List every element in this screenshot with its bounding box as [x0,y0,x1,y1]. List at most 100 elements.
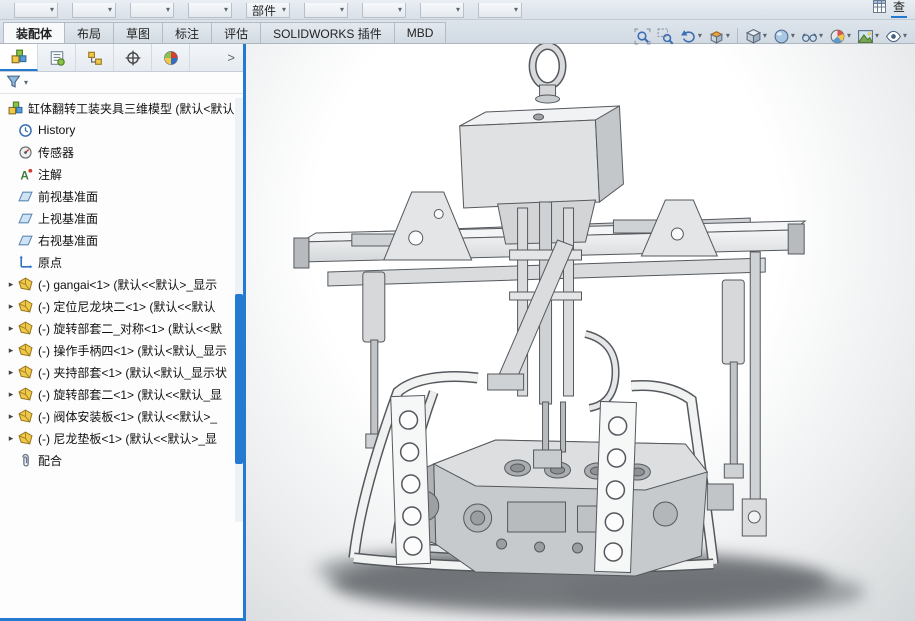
tree-item-13[interactable]: ▸ (-) 旋转部套二<1> (默认<<默认_显 [4,383,243,405]
origin-icon [18,255,35,270]
plane-icon [18,189,35,204]
cylinder-block-fixture-model[interactable] [246,44,915,621]
tree-item-3[interactable]: A注解 [4,163,243,185]
zoom-fit-icon[interactable] [632,27,653,46]
tree-item-12[interactable]: ▸ (-) 夹持部套<1> (默认<默认_显示状 [4,361,243,383]
tree-item-label: 前视基准面 [35,188,98,205]
scrollbar-thumb[interactable] [235,294,243,464]
chevron-down-icon: ▾ [398,6,402,14]
expander-icon[interactable]: ▸ [4,279,18,290]
tab-layout[interactable]: 布局 [64,22,114,43]
expander-icon[interactable]: ▸ [4,411,18,422]
chevron-down-icon: ▾ [224,6,228,14]
tree-item-label: (-) 旋转部套二_对称<1> (默认<<默 [35,320,222,337]
tree-item-1[interactable]: History [4,119,243,141]
toolbar-dropdown[interactable]: ▾ [478,3,522,18]
previous-view-icon[interactable]: ▾ [678,27,704,46]
part-icon [18,277,35,292]
chevron-down-icon[interactable]: ▾ [24,79,28,87]
top-right-tools: 查 [873,0,909,18]
dropdown-caret[interactable]: ▾ [903,32,907,40]
tree-item-5[interactable]: 上视基准面 [4,207,243,229]
part-icon [18,321,35,336]
dropdown-caret[interactable]: ▾ [726,32,730,40]
hide-show-items-icon[interactable]: ▾ [799,27,825,46]
view-menu-label[interactable]: 查 [891,0,907,18]
dropdown-caret[interactable]: ▾ [819,32,823,40]
table-icon[interactable] [873,0,886,16]
tree-item-label: 原点 [35,254,62,271]
panel-tab-dimxpertmanager[interactable] [114,44,152,71]
expander-icon[interactable]: ▸ [4,389,18,400]
expander-icon[interactable]: ▸ [4,345,18,356]
panel-tab-propertymanager[interactable] [38,44,76,71]
dropdown-caret[interactable]: ▾ [875,32,879,40]
tree-item-15[interactable]: ▸ (-) 尼龙垫板<1> (默认<<默认>_显 [4,427,243,449]
toolbar-dropdown[interactable]: ▾ [188,3,232,18]
edit-appearance-icon[interactable]: ▾ [827,27,853,46]
tree-item-label: 注解 [35,166,62,183]
tree-item-11[interactable]: ▸(-) 操作手柄四<1> (默认<默认_显示 [4,339,243,361]
dropdown-caret[interactable]: ▾ [763,32,767,40]
tab-markup[interactable]: 标注 [162,22,212,43]
chevron-down-icon: ▾ [514,6,518,14]
view-settings-icon[interactable]: ▾ [883,27,909,46]
chevron-down-icon: ▾ [456,6,460,14]
tab-assembly[interactable]: 装配体 [3,22,65,43]
section-view-icon[interactable]: ▾ [706,27,732,46]
panel-scrollbar[interactable] [235,98,243,522]
tree-item-4[interactable]: 前视基准面 [4,185,243,207]
feature-manager-panel: > ▾ 缸体翻转工装夹具三维模型 (默认<默认 History传感器A注解前视基准… [0,44,243,621]
panel-tab-configurationmanager[interactable] [76,44,114,71]
expander-icon[interactable]: ▸ [4,367,18,378]
tree-item-0[interactable]: 缸体翻转工装夹具三维模型 (默认<默认 [4,97,243,119]
dropdown-caret[interactable]: ▾ [698,32,702,40]
apply-scene-icon[interactable]: ▾ [855,27,881,46]
toolbar-dropdown[interactable]: ▾ [14,3,58,18]
tree-item-label: (-) gangai<1> (默认<<默认>_显示 [35,276,217,293]
tree-item-10[interactable]: ▸ (-) 旋转部套二_对称<1> (默认<<默 [4,317,243,339]
history-icon [18,123,35,138]
tab-evaluate[interactable]: 评估 [211,22,261,43]
expander-icon[interactable]: ▸ [4,323,18,334]
parts-dropdown[interactable]: 部件 ▾ [246,3,290,18]
expander-icon[interactable]: ▸ [4,433,18,444]
tree-item-2[interactable]: 传感器 [4,141,243,163]
tree-item-8[interactable]: ▸ (-) gangai<1> (默认<<默认>_显示 [4,273,243,295]
tab-mbd[interactable]: MBD [394,22,447,43]
tree-item-label: (-) 夹持部套<1> (默认<默认_显示状 [35,364,227,381]
tree-item-label: 配合 [35,452,62,469]
dropdown-caret[interactable]: ▾ [791,32,795,40]
tree-item-9[interactable]: ▸(-) 定位尼龙块二<1> (默认<<默认 [4,295,243,317]
tree-item-label: (-) 旋转部套二<1> (默认<<默认_显 [35,386,222,403]
tree-item-14[interactable]: ▸ (-) 阀体安装板<1> (默认<<默认>_ [4,405,243,427]
zoom-area-icon[interactable] [655,27,676,46]
tree-item-label: 缸体翻转工装夹具三维模型 (默认<默认 [25,100,234,117]
panel-flyout-chevron[interactable]: > [219,44,243,71]
view-orientation-icon[interactable]: ▾ [743,27,769,46]
toolbar-dropdown[interactable]: ▾ [304,3,348,18]
tree-item-7[interactable]: 原点 [4,251,243,273]
tree-item-6[interactable]: 右视基准面 [4,229,243,251]
panel-tab-featuremanager[interactable] [0,44,38,71]
expander-icon[interactable]: ▸ [4,301,18,312]
display-style-icon[interactable]: ▾ [771,27,797,46]
tree-item-label: (-) 尼龙垫板<1> (默认<<默认>_显 [35,430,217,447]
toolbar-dropdown[interactable]: ▾ [130,3,174,18]
tree-item-16[interactable]: 配合 [4,449,243,471]
part-icon [18,343,35,358]
panel-tab-displaymanager[interactable] [152,44,190,71]
toolbar-dropdown[interactable]: ▾ [420,3,464,18]
filter-row: ▾ [0,72,243,94]
chevron-down-icon: ▾ [282,6,286,14]
filter-funnel-icon[interactable] [6,74,21,92]
tree-item-label: (-) 阀体安装板<1> (默认<<默认>_ [35,408,217,425]
tab-solidworks-addins[interactable]: SOLIDWORKS 插件 [260,22,395,43]
toolbar-dropdown[interactable]: ▾ [72,3,116,18]
dropdown-caret[interactable]: ▾ [847,32,851,40]
toolbar-dropdown[interactable]: ▾ [362,3,406,18]
toolbar-separator [737,28,738,44]
graphics-area[interactable] [246,44,915,621]
feature-tree: 缸体翻转工装夹具三维模型 (默认<默认 History传感器A注解前视基准面上视基… [0,94,243,471]
tab-sketch[interactable]: 草图 [113,22,163,43]
